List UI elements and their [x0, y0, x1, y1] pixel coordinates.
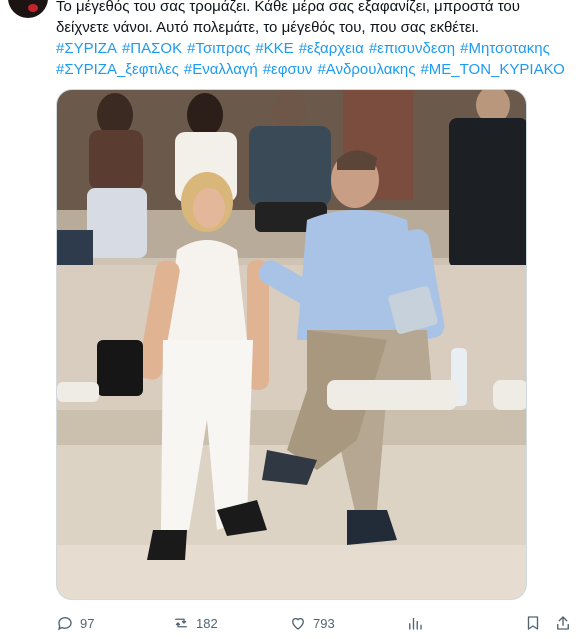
- retweet-count: 182: [196, 615, 218, 631]
- tweet[interactable]: Το μέγεθός του σας τρομάζει. Κάθε μέρα σ…: [0, 0, 583, 639]
- avatar[interactable]: [8, 0, 48, 18]
- hashtag-link[interactable]: #Μητσοτακης: [460, 40, 550, 57]
- hashtag-link[interactable]: #εξαρχεια: [299, 40, 364, 57]
- views-icon: [409, 617, 422, 630]
- hashtag-link[interactable]: #ΠΑΣΟΚ: [122, 40, 182, 57]
- hashtag-link[interactable]: #εφσυν: [263, 61, 313, 78]
- bookmark-icon: [527, 616, 539, 630]
- tweet-photo[interactable]: [56, 89, 527, 600]
- hashtag-link[interactable]: #ΣΥΡΙΖΑ: [56, 40, 117, 57]
- share-button[interactable]: [554, 612, 572, 634]
- bookmark-button[interactable]: [524, 612, 542, 634]
- retweet-button[interactable]: 182: [172, 612, 218, 634]
- hashtag-link[interactable]: #ΚΚΕ: [255, 40, 293, 57]
- hashtag-link[interactable]: #Ανδρουλακης: [317, 61, 415, 78]
- hashtag-link[interactable]: #ΜΕ_ΤΟΝ_ΚΥΡΙΑΚΟ: [420, 61, 564, 78]
- tweet-text-line: Το μέγεθός του σας τρομάζει. Κάθε μέρα σ…: [56, 0, 520, 15]
- tweet-text-line: δείχνετε νάνοι. Αυτό πολεμάτε, το μέγεθό…: [56, 19, 480, 36]
- hashtag-link[interactable]: #Τσιπρας: [187, 40, 250, 57]
- like-icon: [292, 617, 304, 630]
- reply-icon: [57, 617, 72, 631]
- tweet-text: Το μέγεθός του σας τρομάζει. Κάθε μέρα σ…: [56, 0, 576, 80]
- hashtags-line-2: #ΣΥΡΙΖΑ_ξεφτιλες #Εναλλαγή #εφσυν #Ανδρουλα…: [56, 59, 576, 80]
- retweet-icon: [175, 618, 187, 628]
- views-button[interactable]: [406, 612, 424, 634]
- hashtags-line-1: #ΣΥΡΙΖΑ #ΠΑΣΟΚ #Τσιπρας #ΚΚΕ #εξαρχεια #επισυ…: [56, 38, 576, 59]
- hashtag-link[interactable]: #επισυνδεση: [369, 40, 455, 57]
- reply-count: 97: [80, 615, 95, 631]
- like-count: 793: [313, 615, 335, 631]
- hashtag-link[interactable]: #ΣΥΡΙΖΑ_ξεφτιλες: [56, 61, 179, 78]
- hashtag-link[interactable]: #Εναλλαγή: [184, 61, 258, 78]
- tweet-actions: 97 182 793: [56, 612, 576, 634]
- like-button[interactable]: 793: [289, 612, 335, 634]
- share-icon: [557, 616, 569, 630]
- reply-button[interactable]: 97: [56, 612, 94, 634]
